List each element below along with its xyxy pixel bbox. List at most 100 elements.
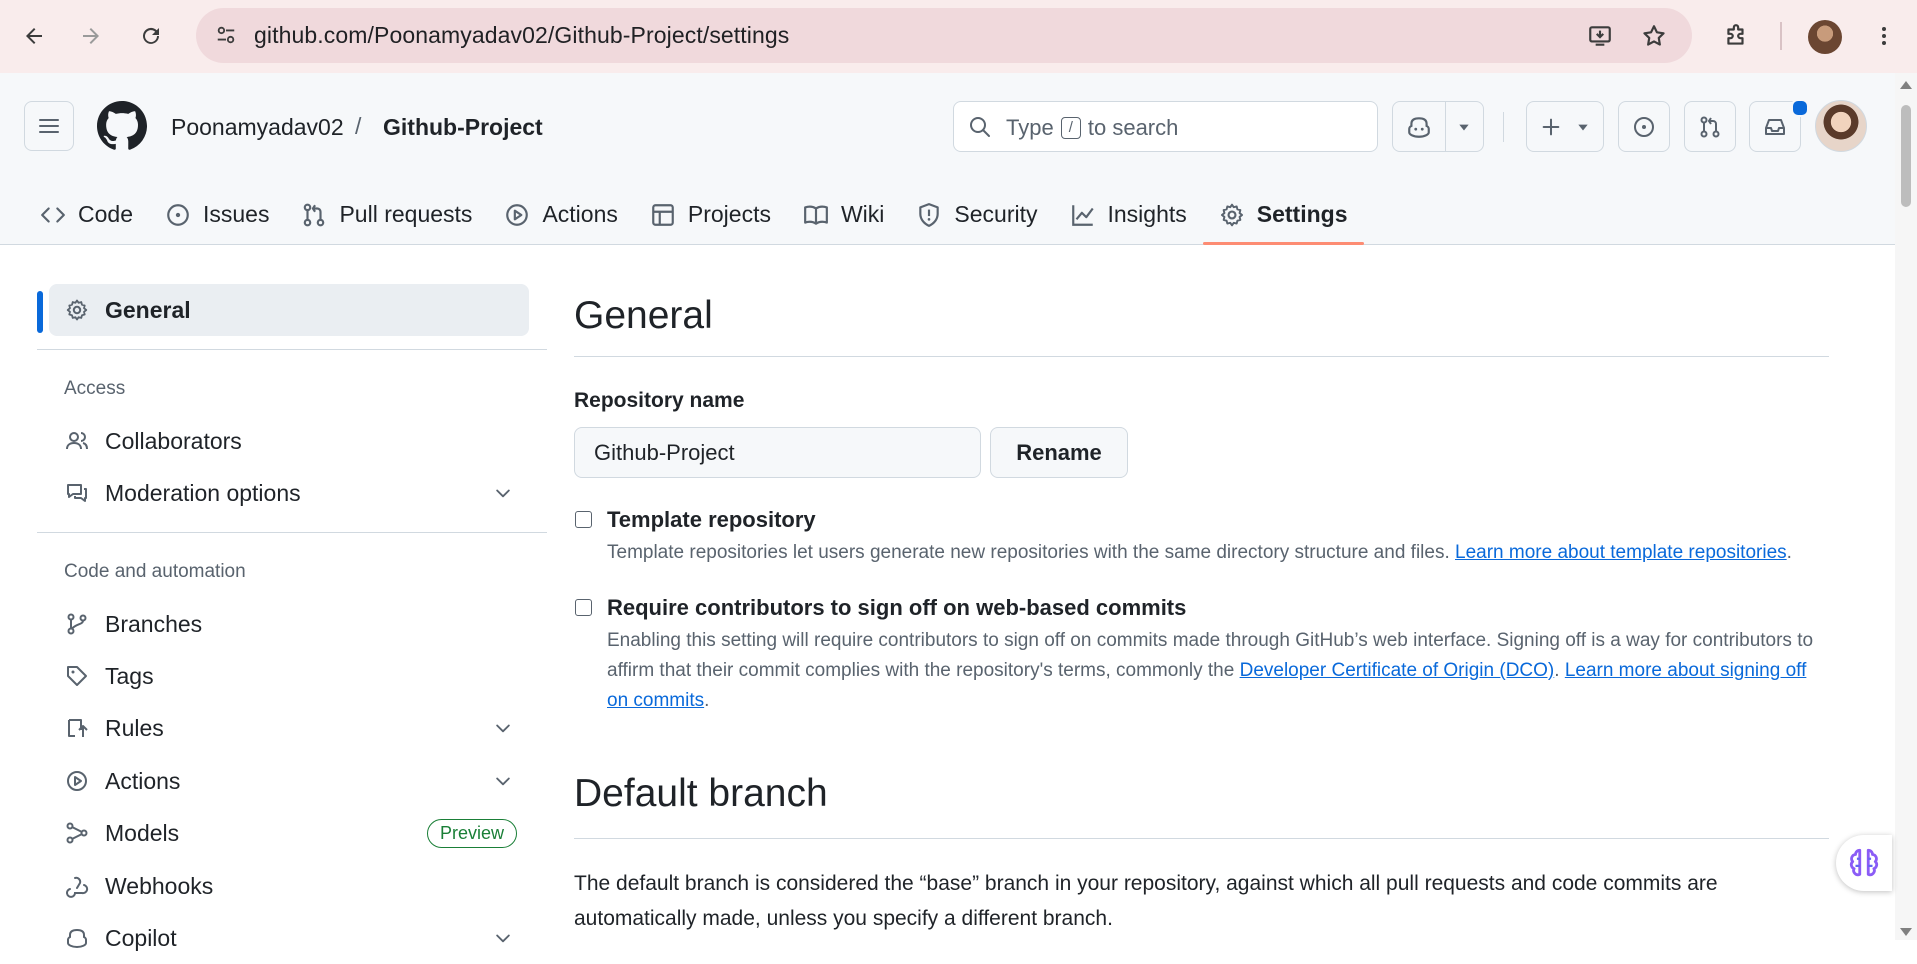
tab-wiki[interactable]: Wiki [787,185,900,244]
tab-code[interactable]: Code [24,185,149,244]
git-branch-icon [65,612,89,636]
template-repo-title: Template repository [607,507,816,532]
url-host: github.com [254,22,368,48]
sidebar-item-moderation[interactable]: Moderation options [49,467,529,519]
sidebar-heading-code-automation: Code and automation [64,561,246,582]
your-issues-button[interactable] [1618,101,1670,152]
page-title: General [574,294,713,337]
search-shortcut-key: / [1060,117,1081,139]
code-icon [41,206,65,223]
tab-projects[interactable]: Projects [634,185,787,244]
install-app-button[interactable] [1582,18,1618,54]
pull-request-icon [304,203,325,226]
url-text: github.com/Poonamyadav02/Github-Project/… [254,22,789,49]
default-branch-divider [574,838,1829,839]
hamburger-icon [39,119,59,133]
template-repo-checkbox[interactable] [575,511,592,528]
breadcrumb-separator: / [355,113,362,139]
repo-push-icon [65,716,89,740]
signoff-desc-mid: . [1554,660,1565,681]
repo-name-input[interactable]: Github-Project [574,427,981,478]
sidebar-item-copilot[interactable]: Copilot [49,912,529,964]
back-arrow-icon [26,28,42,44]
signoff-checkbox[interactable] [575,599,592,616]
chevron-down-icon [493,771,513,791]
title-divider [574,356,1829,357]
sidebar-item-collaborators[interactable]: Collaborators [49,415,529,467]
site-info-button[interactable] [206,15,246,55]
rename-button[interactable]: Rename [990,427,1128,478]
tab-security-label: Security [954,201,1038,227]
github-logo-icon[interactable] [97,101,147,151]
tab-settings[interactable]: Settings [1202,185,1364,245]
sidebar-item-general-label: General [105,296,191,323]
tab-actions-label: Actions [542,201,618,227]
sidebar-item-branches[interactable]: Branches [49,598,529,650]
graph-icon [1071,204,1094,226]
assistant-extension-button[interactable] [1836,835,1892,891]
plus-icon [1542,118,1560,135]
tab-insights[interactable]: Insights [1054,185,1203,244]
people-icon [65,429,89,453]
dco-link[interactable]: Developer Certificate of Origin (DCO) [1240,660,1555,681]
browser-profile-avatar[interactable] [1808,20,1842,54]
back-button[interactable] [14,16,54,56]
template-repo-desc-end: . [1786,542,1792,563]
tab-issues[interactable]: Issues [149,185,285,244]
tab-issues-label: Issues [202,201,270,227]
create-new-button[interactable] [1526,101,1604,152]
notification-indicator [1791,99,1809,117]
shield-icon [919,202,940,227]
your-pull-requests-button[interactable] [1684,101,1736,152]
copilot-dropdown-button[interactable] [1446,120,1483,134]
sidebar-item-collaborators-label: Collaborators [105,427,242,454]
chevron-down-icon [493,718,513,738]
table-icon [652,203,674,226]
toolbar-divider [1780,22,1782,50]
github-header: Poonamyadav02 / Github-Project Type / to… [0,73,1895,245]
tab-security[interactable]: Security [900,185,1053,244]
signoff-description: Enabling this setting will require contr… [607,626,1822,716]
bookmark-button[interactable] [1636,18,1672,54]
breadcrumb-repo-link[interactable]: Github-Project [383,114,543,141]
scroll-down-arrow[interactable] [1900,928,1912,936]
browser-menu-button[interactable] [1864,16,1904,56]
active-indicator [37,291,43,333]
open-menu-button[interactable] [24,101,74,151]
forward-button[interactable] [71,16,111,56]
tab-settings-label: Settings [1256,201,1348,227]
template-repo-learn-more-link[interactable]: Learn more about template repositories [1455,542,1787,563]
search-input[interactable]: Type / to search [953,101,1378,152]
tab-actions[interactable]: Actions [488,185,633,244]
sidebar-item-rules[interactable]: Rules [49,702,529,754]
webhook-icon [65,874,89,898]
triangle-down-icon [1578,124,1588,130]
copilot-button[interactable] [1393,114,1445,140]
header-divider [1503,112,1504,142]
star-icon [1643,25,1665,46]
reload-button[interactable] [131,16,171,56]
default-branch-heading: Default branch [574,772,828,815]
sidebar-item-actions[interactable]: Actions [49,755,529,807]
sidebar-item-tags[interactable]: Tags [49,650,529,702]
page-scrollbar[interactable] [1895,73,1917,940]
sidebar-item-webhooks[interactable]: Webhooks [49,860,529,912]
scroll-up-arrow[interactable] [1900,81,1912,89]
tab-pull-requests[interactable]: Pull requests [285,185,488,244]
user-avatar[interactable] [1815,100,1867,152]
sidebar-item-models[interactable]: Models Preview [49,807,529,859]
scrollbar-thumb[interactable] [1901,105,1911,207]
template-repo-description: Template repositories let users generate… [607,538,1822,568]
pull-request-icon [1700,116,1720,137]
sidebar-item-general[interactable]: General [49,284,529,336]
default-branch-description: The default branch is considered the “ba… [574,872,1718,930]
chevron-down-icon [493,483,513,503]
signoff-desc-end: . [704,690,710,711]
sidebar-item-moderation-label: Moderation options [105,479,301,506]
address-bar[interactable]: github.com/Poonamyadav02/Github-Project/… [196,8,1692,63]
breadcrumb-owner-link[interactable]: Poonamyadav02 [171,114,344,141]
kebab-menu-icon [1882,27,1886,45]
tab-wiki-label: Wiki [840,201,885,227]
extensions-button[interactable] [1716,16,1756,56]
gear-icon [1220,203,1243,226]
